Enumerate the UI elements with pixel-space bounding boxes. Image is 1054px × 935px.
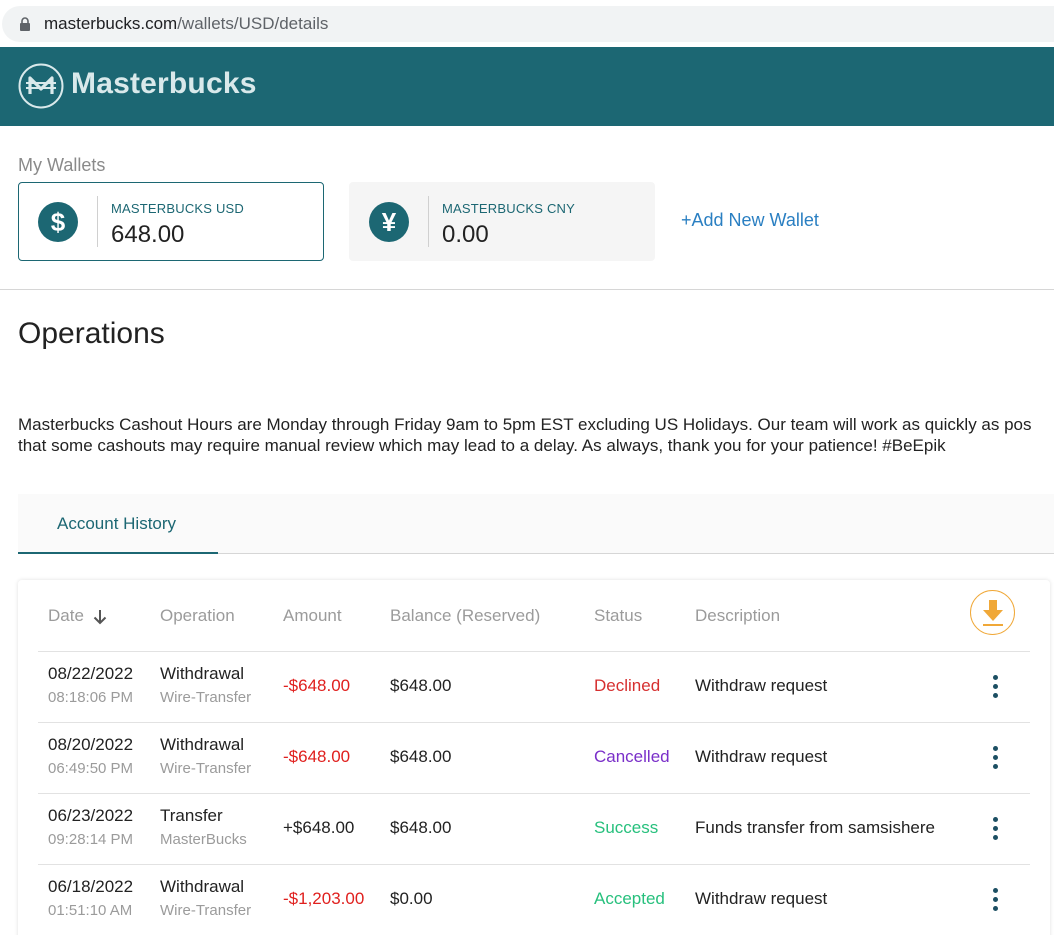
status-cell: Accepted bbox=[594, 889, 665, 908]
sort-descending-icon[interactable] bbox=[93, 609, 107, 625]
date-cell: 08/22/2022 bbox=[48, 664, 134, 683]
time-cell: 09:28:14 PM bbox=[48, 831, 134, 848]
description-cell: Withdraw request bbox=[695, 747, 828, 766]
notice-line: Masterbucks Cashout Hours are Monday thr… bbox=[18, 415, 1032, 434]
wallet-name: MASTERBUCKS CNY bbox=[442, 201, 576, 216]
amount-cell: -$648.00 bbox=[283, 747, 351, 766]
column-header-date[interactable]: Date bbox=[48, 606, 84, 626]
column-header-description: Description bbox=[695, 606, 781, 625]
more-options-icon[interactable] bbox=[988, 817, 1002, 841]
dot bbox=[993, 684, 998, 689]
page-title: Operations bbox=[18, 317, 165, 350]
operation-cell: Withdrawal bbox=[160, 877, 245, 896]
wallet-balance: 648.00 bbox=[111, 221, 185, 248]
yen-icon: ¥ bbox=[369, 202, 409, 242]
dot bbox=[993, 764, 998, 769]
amount-cell: +$648.00 bbox=[283, 818, 355, 837]
balance-cell: $648.00 bbox=[390, 818, 452, 837]
balance-cell: $648.00 bbox=[390, 676, 452, 695]
dot bbox=[993, 897, 998, 902]
add-new-wallet-link[interactable]: +Add New Wallet bbox=[681, 210, 819, 231]
wallet-balance: 0.00 bbox=[442, 221, 489, 248]
method-cell: Wire-Transfer bbox=[160, 689, 252, 706]
tab-label: Account History bbox=[57, 514, 177, 533]
my-wallets-heading: My Wallets bbox=[18, 155, 106, 175]
date-cell: 06/18/2022 bbox=[48, 877, 134, 896]
row-divider bbox=[38, 651, 1030, 652]
description-cell: Withdraw request bbox=[695, 889, 828, 908]
url-text: masterbucks.com/wallets/USD/details bbox=[44, 14, 328, 34]
dot bbox=[993, 835, 998, 840]
masterbucks-logo-icon[interactable] bbox=[18, 63, 64, 109]
address-bar[interactable]: masterbucks.com/wallets/USD/details bbox=[2, 6, 1054, 42]
date-cell: 06/23/2022 bbox=[48, 806, 134, 825]
amount-cell: -$648.00 bbox=[283, 676, 351, 695]
column-header-amount: Amount bbox=[283, 606, 342, 625]
url-host: masterbucks.com bbox=[44, 14, 178, 33]
operation-cell: Withdrawal bbox=[160, 664, 245, 683]
more-options-icon[interactable] bbox=[988, 675, 1002, 699]
wallet-name: MASTERBUCKS USD bbox=[111, 201, 245, 216]
dot bbox=[993, 906, 998, 911]
divider bbox=[97, 196, 98, 247]
description-cell: Funds transfer from samsishere bbox=[695, 818, 935, 837]
more-options-icon[interactable] bbox=[988, 746, 1002, 770]
cashout-hours-notice: Masterbucks Cashout Hours are Monday thr… bbox=[18, 414, 1054, 456]
download-button[interactable] bbox=[970, 590, 1015, 635]
dot bbox=[993, 746, 998, 751]
time-cell: 06:49:50 PM bbox=[48, 760, 134, 777]
download-icon bbox=[983, 600, 1003, 626]
row-divider bbox=[38, 793, 1030, 794]
dot bbox=[993, 675, 998, 680]
dot bbox=[993, 826, 998, 831]
method-cell: Wire-Transfer bbox=[160, 902, 252, 919]
tab-bar: Account History bbox=[18, 494, 1054, 554]
dot bbox=[993, 817, 998, 822]
balance-cell: $0.00 bbox=[390, 889, 433, 908]
dollar-icon: $ bbox=[38, 202, 78, 242]
browser-toolbar: masterbucks.com/wallets/USD/details bbox=[0, 0, 1054, 47]
operation-cell: Transfer bbox=[160, 806, 223, 825]
column-header-balance: Balance (Reserved) bbox=[390, 606, 541, 625]
divider bbox=[428, 196, 429, 247]
status-cell: Declined bbox=[594, 676, 661, 695]
method-cell: MasterBucks bbox=[160, 831, 247, 848]
amount-cell: -$1,203.00 bbox=[283, 889, 365, 908]
brand-name[interactable]: Masterbucks bbox=[71, 67, 257, 101]
section-divider bbox=[0, 289, 1054, 290]
wallet-card-usd[interactable]: $ MASTERBUCKS USD 648.00 bbox=[18, 182, 324, 261]
url-path: /wallets/USD/details bbox=[177, 14, 329, 33]
operation-cell: Withdrawal bbox=[160, 735, 245, 754]
time-cell: 01:51:10 AM bbox=[48, 902, 133, 919]
wallet-card-cny[interactable]: ¥ MASTERBUCKS CNY 0.00 bbox=[349, 182, 655, 261]
more-options-icon[interactable] bbox=[988, 888, 1002, 912]
dot bbox=[993, 888, 998, 893]
description-cell: Withdraw request bbox=[695, 676, 828, 695]
status-cell: Cancelled bbox=[594, 747, 670, 766]
balance-cell: $648.00 bbox=[390, 747, 452, 766]
method-cell: Wire-Transfer bbox=[160, 760, 252, 777]
row-divider bbox=[38, 722, 1030, 723]
time-cell: 08:18:06 PM bbox=[48, 689, 134, 706]
app-header: Masterbucks bbox=[0, 47, 1054, 126]
status-cell: Success bbox=[594, 818, 659, 837]
date-cell: 08/20/2022 bbox=[48, 735, 134, 754]
notice-line: that some cashouts may require manual re… bbox=[18, 436, 946, 455]
tab-account-history[interactable]: Account History bbox=[18, 494, 218, 554]
column-header-status: Status bbox=[594, 606, 643, 625]
dot bbox=[993, 693, 998, 698]
row-divider bbox=[38, 864, 1030, 865]
column-header-operation: Operation bbox=[160, 606, 235, 625]
dot bbox=[993, 755, 998, 760]
lock-icon bbox=[20, 17, 30, 31]
